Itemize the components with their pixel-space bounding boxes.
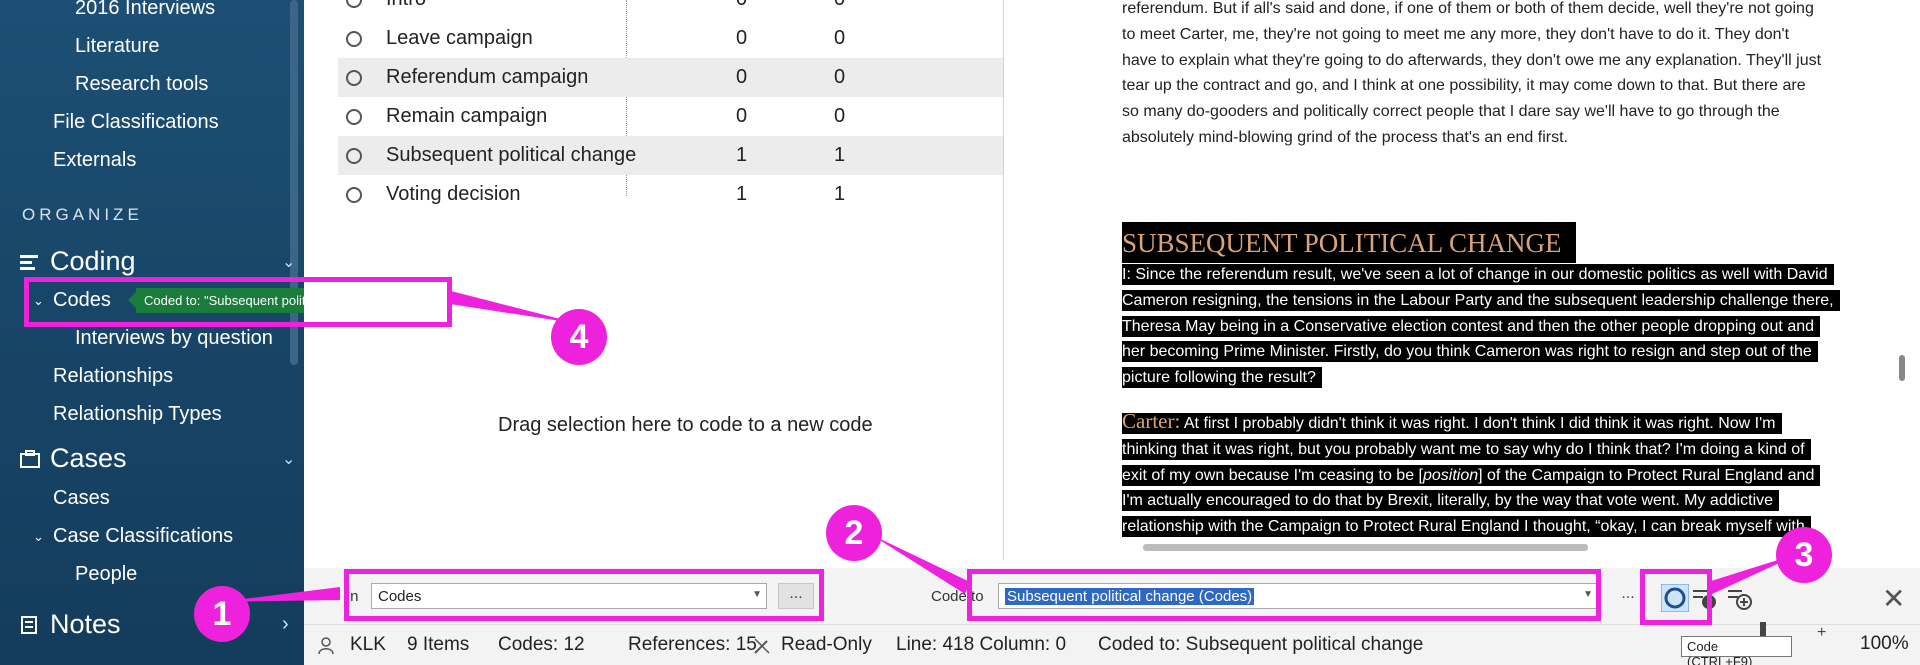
notes-icon: [21, 615, 37, 634]
code-radio[interactable]: [346, 0, 362, 8]
sidebar-item-2016-interviews[interactable]: 2016 Interviews: [75, 0, 215, 20]
status-position: Line: 418 Column: 0: [896, 634, 1067, 655]
sidebar-item-literature[interactable]: Literature: [75, 35, 160, 58]
sidebar-item-file-classifications[interactable]: File Classifications: [53, 111, 219, 134]
zoom-level[interactable]: 100%: [1860, 633, 1909, 655]
annotation-box-in: [344, 569, 824, 621]
status-user: KLK: [350, 634, 386, 655]
files-count: 0: [736, 66, 748, 88]
selected-question-text: I: Since the referendum result, we've se…: [1122, 262, 1884, 391]
references-count: 0: [834, 105, 846, 127]
cases-icon: [20, 449, 40, 468]
read-only-icon: [754, 638, 770, 654]
document-vertical-scrollbar[interactable]: [1899, 355, 1905, 381]
navigation-sidebar: 2016 Interviews Literature Research tool…: [0, 0, 304, 665]
drop-zone-hint[interactable]: Drag selection here to code to a new cod…: [498, 414, 873, 437]
status-references: References: 15: [628, 634, 757, 655]
files-count: 1: [736, 144, 748, 166]
code-radio[interactable]: [346, 108, 362, 125]
code-name: Intro: [386, 0, 426, 11]
status-read-only: Read-Only: [781, 634, 872, 655]
zoom-in-button[interactable]: +: [1817, 624, 1826, 642]
sidebar-item-case-classifications[interactable]: Case Classifications: [53, 525, 233, 548]
files-count: 1: [736, 183, 748, 205]
sidebar-item-relationships[interactable]: Relationships: [53, 365, 173, 388]
code-name: Subsequent political change: [386, 144, 637, 166]
document-paragraph: referendum. But if all's said and done, …: [1122, 0, 1822, 146]
chevron-down-icon[interactable]: ⌄: [282, 252, 295, 272]
zoom-slider-handle[interactable]: [1760, 622, 1766, 636]
annotation-box-code-button: [1640, 569, 1712, 625]
sidebar-group-notes[interactable]: Notes ›: [20, 609, 289, 640]
code-radio[interactable]: [346, 69, 362, 86]
references-count: 0: [834, 66, 846, 88]
code-name: Voting decision: [386, 183, 521, 205]
references-count: 1: [834, 183, 846, 205]
sidebar-item-people[interactable]: People: [75, 563, 137, 586]
sidebar-item-cases[interactable]: Cases: [53, 487, 110, 510]
references-count: 0: [834, 27, 846, 49]
annotation-badge-2: 2: [826, 505, 882, 561]
close-icon[interactable]: ✕: [1882, 582, 1905, 615]
code-name: Referendum campaign: [386, 66, 589, 88]
code-name: Remain campaign: [386, 105, 548, 127]
selected-answer-text: Carter: At first I probably didn't think…: [1122, 409, 1884, 540]
sidebar-group-cases-label: Cases: [50, 443, 127, 473]
files-count: 0: [736, 0, 747, 11]
code-button-tooltip: Code (CTRL+F9): [1681, 636, 1792, 665]
annotation-box-code-to: [967, 569, 1601, 621]
speaker-label: Carter:: [1122, 409, 1181, 433]
status-coded-to: Coded to: Subsequent political change: [1098, 634, 1424, 655]
sidebar-group-cases[interactable]: Cases ⌄: [20, 443, 295, 474]
sidebar-group-coding[interactable]: Coding ⌄: [20, 246, 295, 277]
collapse-case-classifications-icon[interactable]: ⌄: [33, 529, 44, 545]
code-radio[interactable]: [346, 186, 362, 203]
sidebar-group-notes-label: Notes: [50, 609, 121, 639]
references-count: 0: [834, 0, 845, 11]
code-radio[interactable]: [346, 30, 362, 47]
sidebar-item-research-tools[interactable]: Research tools: [75, 73, 208, 96]
coding-icon: [20, 254, 38, 270]
organize-section-label: ORGANIZE: [22, 205, 143, 224]
chevron-right-icon[interactable]: ›: [282, 613, 289, 636]
user-icon: [318, 637, 334, 655]
code-to-new-icon[interactable]: [1726, 584, 1754, 612]
annotation-box-codes: [24, 277, 452, 327]
sidebar-group-coding-label: Coding: [50, 246, 136, 276]
sidebar-item-externals[interactable]: Externals: [53, 149, 136, 172]
files-count: 0: [736, 27, 748, 49]
section-heading: SUBSEQUENT POLITICAL CHANGE: [1122, 222, 1576, 263]
annotation-badge-1: 1: [194, 586, 250, 642]
files-count: 0: [736, 105, 748, 127]
sidebar-item-relationship-types[interactable]: Relationship Types: [53, 403, 222, 426]
chevron-down-icon[interactable]: ⌄: [282, 449, 295, 469]
annotation-badge-4: 4: [551, 309, 607, 365]
annotation-badge-3: 3: [1776, 527, 1832, 583]
code-radio[interactable]: [346, 147, 362, 164]
references-count: 1: [834, 144, 846, 166]
status-codes: Codes: 12: [498, 634, 585, 655]
code-name: Leave campaign: [386, 27, 533, 49]
status-bar: KLK 9 Items Codes: 12 References: 15 Rea…: [304, 624, 1920, 665]
status-items: 9 Items: [407, 634, 470, 655]
sidebar-item-interviews-by-question[interactable]: Interviews by question: [75, 327, 273, 350]
document-horizontal-scrollbar[interactable]: [1143, 544, 1588, 551]
